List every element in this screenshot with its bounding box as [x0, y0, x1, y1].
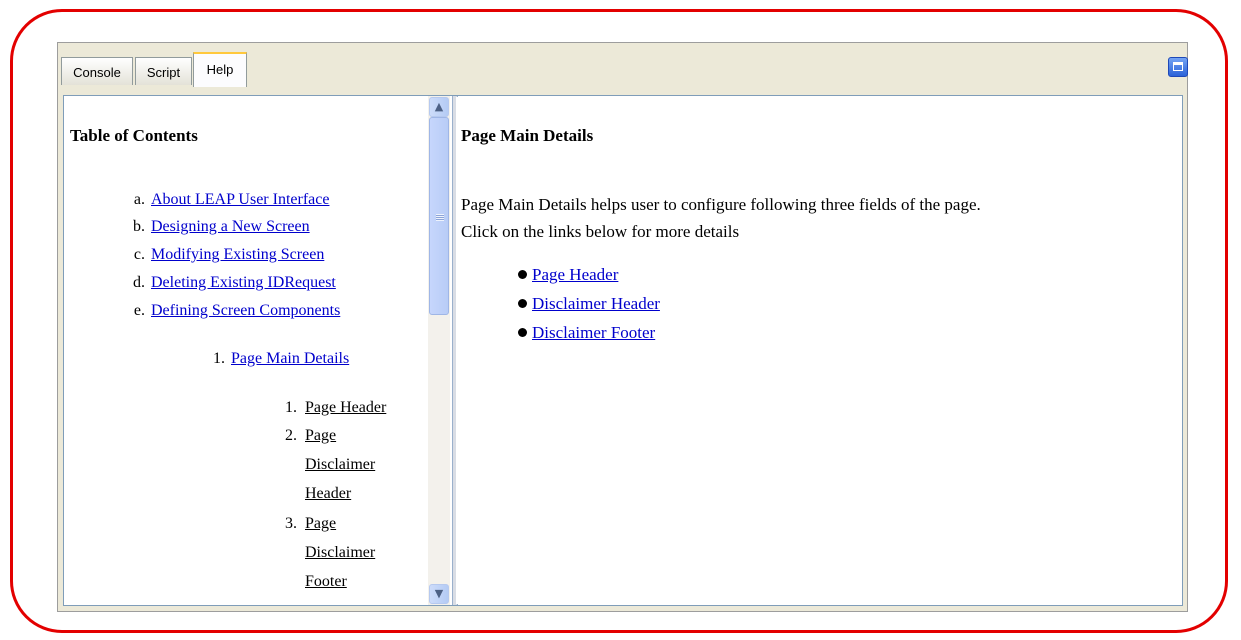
tab-strip: Console Script Help — [58, 43, 1188, 89]
toc-item: c. Modifying Existing Screen — [125, 246, 324, 264]
toc-item-marker: 2. — [285, 427, 297, 444]
bullet-icon — [518, 270, 527, 279]
link-disclaimer-footer[interactable]: Disclaimer Footer — [532, 323, 655, 342]
scroll-down-icon[interactable]: ▼ — [429, 584, 449, 604]
link-disclaimer-header[interactable]: Disclaimer Header — [532, 294, 660, 313]
maximize-icon[interactable] — [1168, 57, 1188, 77]
toc-item: d. Deleting Existing IDRequest — [125, 274, 336, 292]
list-item: Disclaimer Header — [518, 294, 660, 323]
toc-item-marker: d. — [133, 274, 145, 291]
help-window: Console Script Help Table of Contents a.… — [57, 42, 1188, 612]
toc-link[interactable]: Modifying Existing Screen — [151, 246, 324, 263]
toc-item: b. Designing a New Screen — [125, 218, 310, 236]
toc-item-marker: 1. — [285, 399, 297, 416]
toc-item: a. About LEAP User Interface — [125, 191, 330, 209]
content-heading: Page Main Details — [461, 126, 594, 145]
toc-link[interactable]: Deleting Existing IDRequest — [151, 274, 336, 291]
content-paragraph-line2: Click on the links below for more detail… — [461, 222, 740, 241]
toc-link[interactable]: Page — [305, 427, 336, 445]
toc-subitem: 1. Page Main Details — [205, 350, 349, 368]
toc-item-marker: b. — [133, 218, 145, 235]
list-item: Disclaimer Footer — [518, 323, 660, 352]
scroll-up-icon[interactable]: ▲ — [429, 97, 449, 117]
help-panel: Table of Contents a. About LEAP User Inte… — [63, 95, 1183, 606]
scroll-thumb[interactable] — [429, 117, 449, 315]
tab-console[interactable]: Console — [61, 57, 133, 85]
content-paragraph-line1: Page Main Details helps user to configur… — [461, 195, 981, 214]
tab-script[interactable]: Script — [135, 57, 192, 85]
toc-link[interactable]: Disclaimer — [305, 544, 375, 562]
toc-link[interactable]: Footer — [305, 573, 347, 591]
content-link-list: Page Header Disclaimer Header Disclaimer… — [518, 265, 660, 352]
toc-link[interactable]: Page Main Details — [231, 350, 349, 367]
bullet-icon — [518, 328, 527, 337]
toc-item-marker: 3. — [285, 515, 297, 532]
toc-link[interactable]: Designing a New Screen — [151, 218, 310, 235]
toc-pane: Table of Contents a. About LEAP User Inte… — [65, 97, 428, 604]
tab-help[interactable]: Help — [193, 52, 247, 87]
toc-item: e. Defining Screen Components — [125, 302, 340, 320]
toc-link[interactable]: Header — [305, 485, 351, 503]
bullet-icon — [518, 299, 527, 308]
toc-link[interactable]: Page — [305, 515, 336, 533]
toc-item-marker: 1. — [213, 350, 225, 367]
toc-item-marker: a. — [133, 191, 145, 208]
list-item: Page Header — [518, 265, 660, 294]
toc-link[interactable]: About LEAP User Interface — [151, 191, 329, 208]
toc-scrollbar[interactable]: ▲ ▼ — [428, 96, 450, 605]
toc-item-marker: e. — [133, 302, 145, 319]
link-page-header[interactable]: Page Header — [532, 265, 618, 284]
grip-icon — [436, 214, 444, 221]
toc-item-marker: c. — [133, 246, 145, 263]
content-pane: Page Main Details Page Main Details help… — [456, 97, 1180, 604]
toc-link[interactable]: Page Header — [305, 399, 386, 417]
toc-link[interactable]: Defining Screen Components — [151, 302, 340, 319]
toc-title: Table of Contents — [70, 126, 198, 145]
toc-link[interactable]: Disclaimer — [305, 456, 375, 474]
